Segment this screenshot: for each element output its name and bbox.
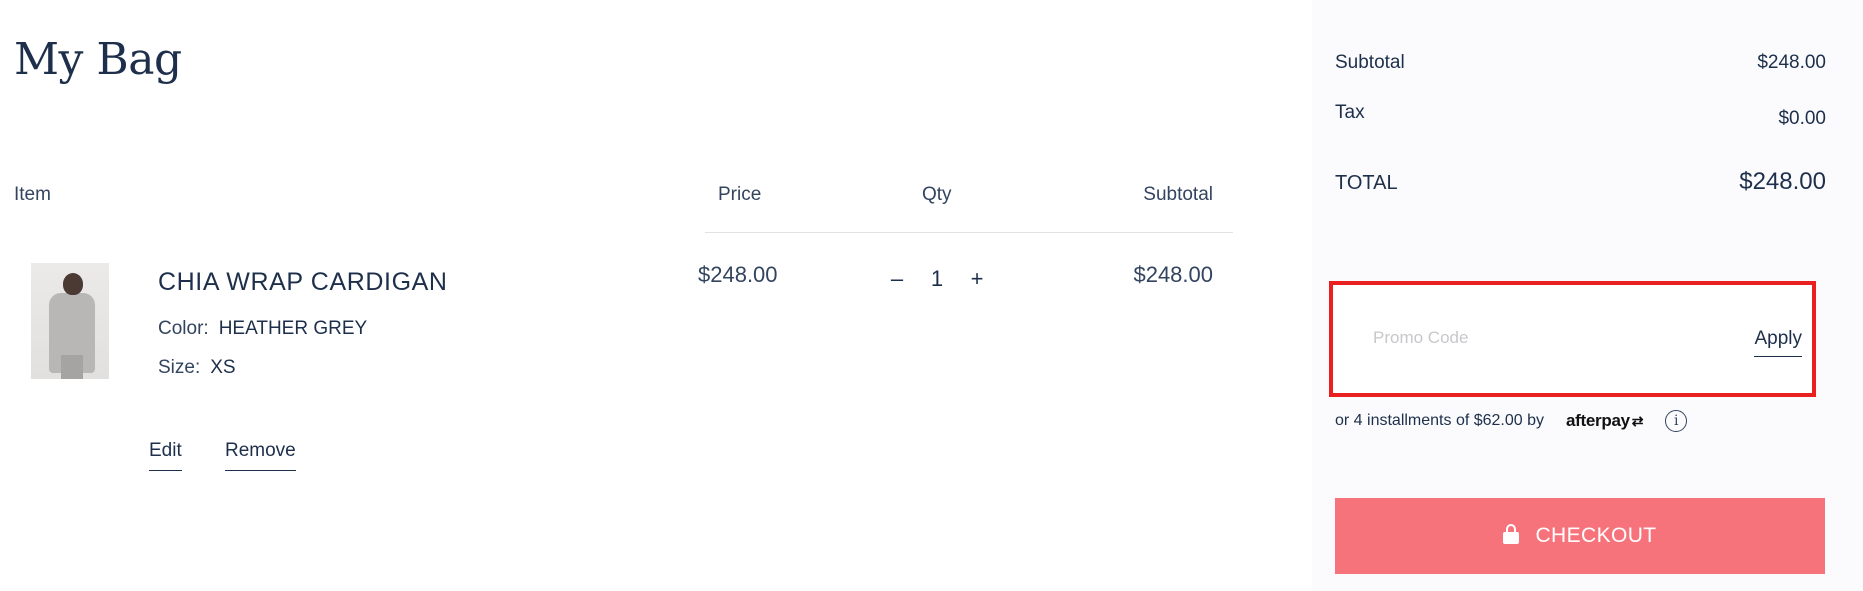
product-image-model-head xyxy=(63,273,83,295)
product-size: Size: XS xyxy=(158,357,236,379)
product-image-legs xyxy=(61,355,83,379)
header-divider xyxy=(705,232,1233,233)
remove-item-link[interactable]: Remove xyxy=(225,440,296,471)
product-color-label: Color: xyxy=(158,318,209,339)
summary-tax-row: Tax $0.00 xyxy=(1335,102,1826,130)
summary-subtotal-label: Subtotal xyxy=(1335,52,1405,73)
product-color: Color: HEATHER GREY xyxy=(158,318,367,340)
product-size-value: XS xyxy=(210,357,236,378)
product-name[interactable]: CHIA WRAP CARDIGAN xyxy=(158,268,448,297)
checkout-button[interactable]: CHECKOUT xyxy=(1335,498,1825,574)
promo-code-input[interactable] xyxy=(1373,325,1673,351)
afterpay-logo-text: afterpay xyxy=(1566,411,1630,430)
info-icon[interactable]: i xyxy=(1665,410,1688,432)
edit-item-link[interactable]: Edit xyxy=(149,440,182,471)
quantity-stepper: – 1 + xyxy=(880,262,994,296)
promo-code-box: Apply xyxy=(1329,281,1816,397)
qty-decrease-button[interactable]: – xyxy=(880,266,914,292)
qty-value: 1 xyxy=(930,266,944,291)
qty-increase-button[interactable]: + xyxy=(960,266,994,292)
lock-icon xyxy=(1503,524,1520,544)
afterpay-arrows-icon: ⇄ xyxy=(1631,412,1644,429)
lock-icon-body xyxy=(1503,532,1520,544)
promo-apply-button[interactable]: Apply xyxy=(1754,328,1802,357)
summary-total-label: TOTAL xyxy=(1335,172,1398,194)
bag-panel: My Bag Item Price Qty Subtotal CHIA WRAP… xyxy=(0,0,1312,591)
summary-total-row: TOTAL $248.00 xyxy=(1335,168,1826,196)
afterpay-logo: afterpay ⇄ xyxy=(1566,411,1643,431)
column-header-item: Item xyxy=(14,184,51,205)
summary-subtotal-value: $248.00 xyxy=(1757,52,1826,73)
product-color-value: HEATHER GREY xyxy=(218,318,368,339)
summary-total-value: $248.00 xyxy=(1739,168,1826,195)
checkout-button-label: CHECKOUT xyxy=(1535,524,1657,547)
item-price: $248.00 xyxy=(698,262,778,287)
summary-tax-label: Tax xyxy=(1335,102,1365,123)
product-size-label: Size: xyxy=(158,357,201,378)
column-header-price: Price xyxy=(718,184,762,205)
summary-tax-value: $0.00 xyxy=(1778,108,1826,129)
column-header-qty: Qty xyxy=(922,184,952,205)
item-subtotal: $248.00 xyxy=(1133,262,1213,287)
summary-subtotal-row: Subtotal $248.00 xyxy=(1335,52,1826,74)
order-summary-panel: Subtotal $248.00 Tax $0.00 TOTAL $248.00… xyxy=(1312,0,1863,591)
column-header-subtotal: Subtotal xyxy=(1143,184,1213,205)
afterpay-text: or 4 installments of $62.00 by xyxy=(1335,412,1545,429)
product-image[interactable] xyxy=(31,263,109,379)
page-title: My Bag xyxy=(14,34,182,85)
afterpay-installments: or 4 installments of $62.00 by afterpay ⇄… xyxy=(1335,410,1688,432)
